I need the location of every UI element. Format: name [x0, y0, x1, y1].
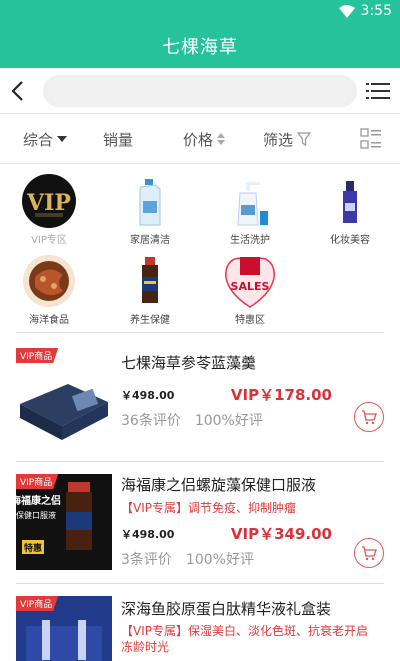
product-image[interactable]: VIP商品 — [16, 596, 112, 661]
product-image[interactable]: VIP商品 — [16, 348, 112, 444]
search-input[interactable] — [43, 75, 357, 107]
category-cosmetics[interactable]: 化妆美容 — [315, 173, 385, 246]
funnel-icon — [297, 132, 312, 146]
category-label: 养生保健 — [130, 315, 170, 326]
sort-sales-label: 销量 — [103, 130, 134, 149]
original-price: ￥498.00 — [121, 528, 175, 541]
vip-price: VIP￥178.00 — [230, 386, 332, 404]
category-label: VIP专区 — [31, 235, 67, 246]
product-meta: 3条评价 100%好评 — [121, 549, 254, 569]
category-health[interactable]: 养生保健 — [115, 253, 185, 326]
product-title: 深海鱼胶原蛋白肽精华液礼盒装 — [121, 600, 332, 618]
category-label: 生活洗护 — [230, 235, 270, 246]
status-bar: 3:55 — [0, 0, 400, 24]
product-meta: 36条评价 100%好评 — [121, 410, 263, 430]
seafood-icon — [21, 253, 77, 309]
positive-rate: 100%好评 — [194, 413, 263, 429]
category-seafood[interactable]: 海洋食品 — [14, 253, 84, 326]
vip-icon: VIP — [21, 173, 77, 229]
sort-price-label: 价格 — [183, 130, 214, 149]
sort-comprehensive[interactable]: 综合 — [23, 114, 68, 164]
wifi-icon — [338, 4, 355, 18]
category-specials[interactable]: SALES 特惠区 — [215, 253, 285, 326]
sort-comprehensive-label: 综合 — [23, 130, 54, 149]
category-vip[interactable]: VIP VIP专区 — [14, 173, 84, 246]
cart-icon — [362, 546, 377, 561]
product-subtitle: 【VIP专属】调节免疫、抑制肿瘤 — [121, 501, 296, 515]
category-home-cleaning[interactable]: 家居清洁 — [115, 173, 185, 246]
cart-icon — [362, 410, 377, 425]
sort-arrows-icon — [217, 133, 226, 145]
product-subtitle: 【VIP专属】保湿美白、淡化色斑、抗衰老开启 — [121, 624, 368, 638]
cosmetic-bottle-icon — [322, 173, 378, 229]
caret-down-icon — [57, 136, 68, 142]
sort-price[interactable]: 价格 — [183, 114, 226, 164]
detergent-bottle-icon — [122, 173, 178, 229]
back-arrow-icon — [11, 81, 23, 101]
sales-badge-icon: SALES — [222, 253, 278, 309]
health-bottle-icon — [122, 253, 178, 309]
product-card[interactable]: VIP商品 深海鱼胶原蛋白肽精华液礼盒装 【VIP专属】保湿美白、淡化色斑、抗衰… — [0, 588, 400, 661]
vip-tag: VIP商品 — [16, 474, 59, 489]
image-text-1: 海福康之侣 — [16, 494, 61, 507]
filter-bar: 综合 销量 价格 筛选 — [0, 114, 400, 164]
section-divider — [16, 332, 384, 333]
review-count: 3条评价 — [121, 552, 172, 568]
positive-rate: 100%好评 — [185, 552, 254, 568]
product-card[interactable]: 海福康之侣 保健口服液 特惠 VIP商品 海福康之侣螺旋藻保健口服液 【VIP专… — [0, 466, 400, 582]
search-row — [0, 68, 400, 114]
category-personal-care[interactable]: 生活洗护 — [215, 173, 285, 246]
title-bar: 七棵海草 — [0, 24, 400, 68]
add-to-cart-button[interactable] — [354, 538, 384, 568]
category-label: 家居清洁 — [130, 235, 170, 246]
filter-button[interactable]: 筛选 — [263, 114, 312, 164]
product-card[interactable]: VIP商品 七棵海草参苓蓝藻羹 ￥498.00 VIP￥178.00 36条评价… — [0, 340, 400, 456]
category-label: 化妆美容 — [330, 235, 370, 246]
pump-bottle-icon — [222, 173, 278, 229]
original-price: ￥498.00 — [121, 389, 175, 402]
section-divider — [16, 461, 384, 462]
vip-tag: VIP商品 — [16, 596, 59, 611]
page-title: 七棵海草 — [162, 37, 238, 58]
sort-sales[interactable]: 销量 — [103, 114, 133, 164]
filter-label: 筛选 — [263, 130, 294, 149]
image-text-2: 保健口服液 — [16, 510, 56, 520]
product-title: 海福康之侣螺旋藻保健口服液 — [121, 476, 317, 494]
category-grid: VIP VIP专区 家居清洁 生活洗护 化妆美容 海洋食品 养生保健 SALES… — [0, 165, 400, 330]
svg-text:VIP: VIP — [26, 190, 71, 216]
layout-toggle-button[interactable] — [360, 128, 382, 150]
status-time: 3:55 — [360, 3, 392, 19]
product-image[interactable]: 海福康之侣 保健口服液 特惠 VIP商品 — [16, 474, 112, 570]
image-text-3: 特惠 — [24, 542, 42, 554]
add-to-cart-button[interactable] — [354, 402, 384, 432]
product-subtitle-line2: 冻龄时光 — [121, 640, 170, 654]
section-divider — [16, 583, 384, 584]
vip-price: VIP￥349.00 — [230, 525, 332, 543]
vip-tag: VIP商品 — [16, 348, 59, 363]
grid-list-icon — [360, 128, 381, 149]
review-count: 36条评价 — [121, 413, 181, 429]
category-label: 海洋食品 — [29, 315, 69, 326]
sales-badge-text: SALES — [231, 280, 270, 293]
list-menu-button[interactable] — [366, 80, 390, 102]
list-icon — [366, 83, 390, 99]
back-button[interactable] — [8, 78, 28, 104]
product-title: 七棵海草参苓蓝藻羹 — [121, 354, 257, 372]
category-label: 特惠区 — [235, 315, 265, 326]
